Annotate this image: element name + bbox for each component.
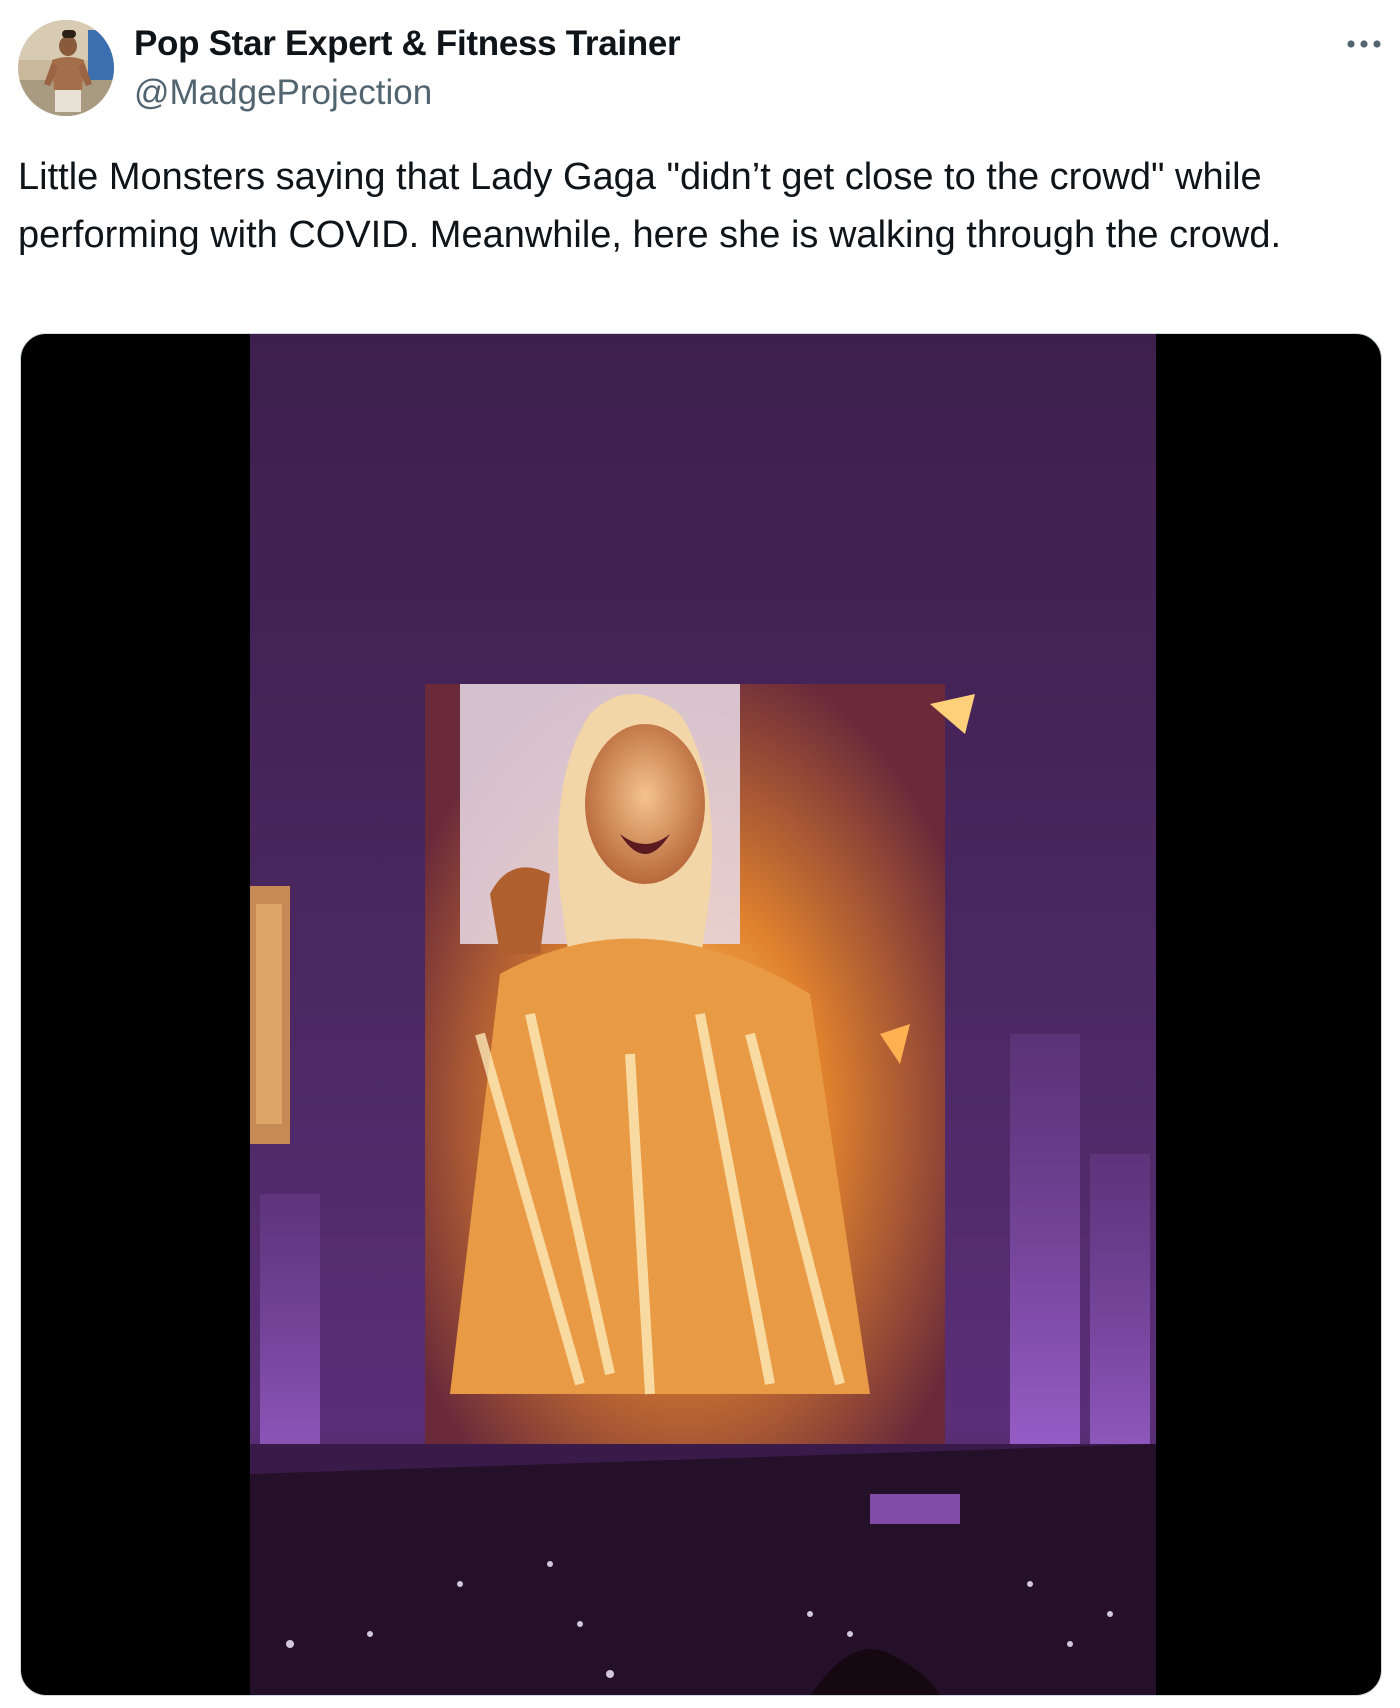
video-frame	[250, 334, 1156, 1695]
more-options-button[interactable]	[1340, 24, 1388, 64]
tweet-card: Pop Star Expert & Fitness Trainer @Madge…	[0, 0, 1400, 1708]
author-avatar[interactable]	[18, 20, 114, 116]
tweet-video[interactable]	[20, 333, 1382, 1696]
tweet-text: Little Monsters saying that Lady Gaga "d…	[18, 156, 1282, 256]
author-display-name[interactable]: Pop Star Expert & Fitness Trainer	[134, 24, 681, 64]
more-options-icon	[1347, 40, 1381, 48]
profile-photo-avatar	[18, 20, 114, 116]
concert-video-still	[250, 334, 1156, 1695]
author-handle[interactable]: @MadgeProjection	[134, 73, 432, 113]
